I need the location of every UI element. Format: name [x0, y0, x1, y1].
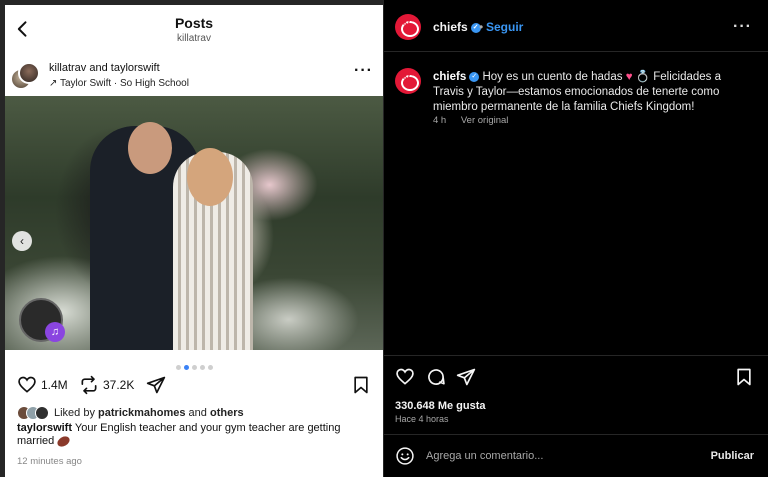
like-count: 1.4M: [41, 378, 68, 392]
action-bar: 1.4M 37.2K: [5, 371, 383, 401]
share-button[interactable]: [456, 367, 476, 392]
post-photo[interactable]: ‹ ♫: [5, 96, 383, 350]
share-icon: [146, 376, 166, 394]
bookmark-icon: [354, 376, 368, 394]
music-link[interactable]: ↗ Taylor Swift · So High School: [49, 78, 189, 89]
chiefs-logo-icon[interactable]: KC: [395, 14, 421, 40]
top-bar: Posts killatrav: [5, 5, 383, 55]
comment-icon: [428, 369, 445, 385]
post-header: killatrav and taylorswift ↗ Taylor Swift…: [5, 58, 383, 98]
author-link[interactable]: killatrav: [49, 62, 86, 74]
comment-button[interactable]: [426, 367, 446, 392]
comment-input[interactable]: Agrega un comentario...: [426, 450, 543, 462]
separator-dot: •: [479, 20, 484, 34]
carousel-dot: [175, 365, 181, 370]
more-icon[interactable]: ···: [733, 18, 752, 36]
account-name-text: chiefs: [433, 20, 468, 34]
comment-time: 4 h: [433, 115, 447, 126]
avatar: [35, 406, 49, 420]
comment-text-part1: Hoy es un cuento de hadas: [482, 71, 623, 83]
like-button[interactable]: 1.4M: [17, 375, 68, 395]
view-original-link[interactable]: Ver original: [461, 115, 509, 126]
heart-icon: [396, 368, 414, 385]
photo-person-right: [173, 142, 253, 350]
repost-count: 37.2K: [103, 378, 135, 392]
verified-icon: ✓: [469, 71, 480, 82]
account-name[interactable]: chiefs ✓: [433, 20, 481, 34]
liked-by-joiner: and: [188, 407, 207, 419]
heart-icon: [18, 376, 36, 393]
carousel-dot: [183, 365, 189, 370]
share-icon: [456, 368, 476, 386]
avatar: [18, 62, 40, 84]
music-label: Taylor Swift · So High School: [60, 78, 189, 89]
liked-by-prefix: Liked by: [54, 407, 95, 419]
comment-meta: 4 h Ver original: [433, 115, 508, 126]
carousel-dot: [191, 365, 197, 370]
liked-by-others[interactable]: others: [210, 407, 244, 419]
save-button[interactable]: [351, 375, 371, 395]
follow-button[interactable]: Seguir: [486, 20, 523, 34]
music-arrow-icon: ↗: [49, 78, 58, 89]
publish-button[interactable]: Publicar: [711, 450, 754, 462]
author-avatars[interactable]: [10, 62, 40, 92]
more-icon[interactable]: ···: [354, 62, 373, 80]
liked-by-text: Liked by patrickmahomes and others: [54, 407, 244, 419]
screenshot-frame: Posts killatrav killatrav and taylorswif…: [0, 0, 768, 477]
repost-button[interactable]: 37.2K: [79, 375, 134, 395]
post-timestamp: Hace 4 horas: [395, 414, 449, 424]
divider: [384, 434, 768, 435]
post-caption: taylorswift Your English teacher and you…: [17, 422, 372, 449]
share-button[interactable]: [146, 375, 166, 395]
music-note-icon: ♫: [45, 322, 65, 342]
like-count[interactable]: 330.648 Me gusta: [395, 400, 486, 412]
football-emoji-icon: [55, 433, 72, 449]
page-title: Posts: [174, 15, 214, 31]
page-subtitle: killatrav: [177, 33, 211, 44]
heart-emoji-icon: ♥: [625, 71, 633, 83]
right-post-panel: KC chiefs ✓ • Seguir ··· KC chiefs ✓ Hoy e…: [384, 0, 768, 477]
comment-text: chiefs ✓ Hoy es un cuento de hadas ♥ 💍 Fe…: [433, 70, 748, 115]
music-avatar-badge[interactable]: ♫: [19, 298, 65, 342]
divider: [384, 355, 768, 356]
caption-user[interactable]: taylorswift: [17, 422, 72, 434]
liked-by: Liked by patrickmahomes and others: [17, 406, 244, 420]
authors-joiner: and: [86, 62, 111, 74]
bookmark-icon: [737, 368, 751, 386]
save-button[interactable]: [734, 367, 754, 392]
left-post-panel: Posts killatrav killatrav and taylorswif…: [5, 5, 383, 477]
ring-emoji-icon: 💍: [635, 71, 651, 83]
carousel-prev-icon[interactable]: ‹: [12, 231, 32, 251]
account-header: KC chiefs ✓ • Seguir ···: [384, 0, 768, 52]
repost-icon: [81, 375, 97, 395]
comment-account[interactable]: chiefs: [433, 71, 466, 83]
post-timestamp: 12 minutes ago: [17, 456, 82, 467]
author-link[interactable]: taylorswift: [111, 62, 160, 74]
carousel-dot: [199, 365, 205, 370]
emoji-icon[interactable]: [395, 446, 415, 466]
like-button[interactable]: [395, 367, 415, 392]
liked-by-user[interactable]: patrickmahomes: [98, 407, 185, 419]
carousel-dot: [207, 365, 213, 370]
post-authors: killatrav and taylorswift: [49, 62, 160, 74]
chiefs-logo-icon[interactable]: KC: [395, 68, 421, 94]
